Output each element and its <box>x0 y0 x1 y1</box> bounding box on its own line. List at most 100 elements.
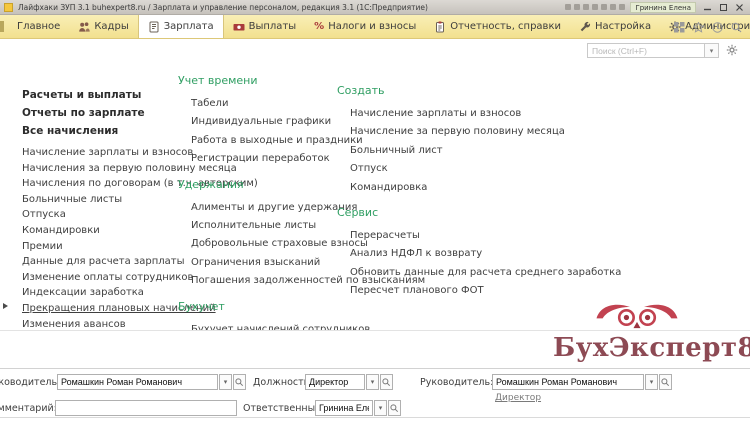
toolbar-icon[interactable] <box>619 4 626 10</box>
manager-open-button[interactable] <box>233 374 246 390</box>
nav-link[interactable]: Данные для расчета зарплаты <box>22 253 184 269</box>
tab-label: Зарплата <box>163 21 214 32</box>
manager2-open-button[interactable] <box>659 374 672 390</box>
tab-label: Отчетность, справки <box>450 21 561 32</box>
left-nav-links: Начисление зарплаты и взносов Начисления … <box>22 144 258 330</box>
position-dropdown-button[interactable]: ▾ <box>366 374 379 390</box>
nav-link[interactable]: Добровольные страховые взносы <box>178 233 368 251</box>
nav-link[interactable]: Табели <box>178 93 336 111</box>
nav-link[interactable]: Больничный лист <box>337 140 537 158</box>
grid-menu-icon[interactable] <box>674 18 685 37</box>
section-links: Табели Индивидуальные графики Работа в вых… <box>178 93 363 167</box>
nav-link[interactable]: Премии <box>22 238 182 254</box>
section-title: Сервис <box>337 206 379 220</box>
section-links: Перерасчеты Анализ НДФЛ к возврату Обновит… <box>337 225 621 299</box>
nav-link[interactable]: Работа в выходные и праздники <box>178 130 363 148</box>
search-dropdown-button[interactable]: ▾ <box>705 43 719 58</box>
tab-zarplata[interactable]: Зарплата <box>137 15 224 38</box>
favorites-star-icon[interactable] <box>692 18 705 37</box>
manager2-label: Руководитель: <box>420 377 494 388</box>
nav-link[interactable]: Пересчет планового ФОТ <box>337 280 537 298</box>
nav-link[interactable]: Начисления за первую половину месяца <box>22 160 237 176</box>
nav-link[interactable]: Отпуск <box>337 158 537 176</box>
manager-field[interactable] <box>57 374 218 390</box>
responsible-open-button[interactable] <box>388 400 401 416</box>
footer-form: Руководитель: ▾ Должность: ▾ Руководител… <box>0 368 750 421</box>
section-service: Сервис Перерасчеты Анализ НДФЛ к возврату… <box>337 206 621 299</box>
nav-link[interactable]: Начисление зарплаты и взносов <box>22 144 193 160</box>
minimize-button[interactable] <box>701 2 714 13</box>
nav-link[interactable]: Погашения задолженностей по взысканиям <box>178 270 425 288</box>
responsible-dropdown-button[interactable]: ▾ <box>374 400 387 416</box>
tab-nastroyka[interactable]: Настройка <box>570 15 660 38</box>
left-nav-column: Расчеты и выплаты Отчеты по зарплате Все н… <box>22 85 258 330</box>
nav-link[interactable]: Индексации заработка <box>22 284 182 300</box>
toolbar-icon[interactable] <box>565 4 572 10</box>
nav-link[interactable]: Начисление зарплаты и взносов <box>337 103 537 121</box>
close-button[interactable] <box>733 2 746 13</box>
maximize-button[interactable] <box>717 2 730 13</box>
responsible-field[interactable] <box>315 400 373 416</box>
titlebar: Лайфхаки ЗУП 3.1 buhexpert8.ru / Зарплат… <box>0 0 750 15</box>
nav-link[interactable]: Изменение оплаты сотрудников <box>22 269 193 285</box>
search-menu-icon[interactable] <box>731 18 742 37</box>
tab-vyplaty[interactable]: Выплаты <box>224 15 306 38</box>
nav-link[interactable]: Отчеты по зарплате <box>22 103 182 121</box>
nav-link[interactable]: Алименты и другие удержания <box>178 197 357 215</box>
middle-column: Учет времени Табели Индивидуальные график… <box>178 74 425 330</box>
tab-label: Кадры <box>94 21 129 32</box>
percent-icon: % <box>314 21 325 32</box>
section-links: Начисление зарплаты и взносов Начисление … <box>337 103 565 195</box>
manager2-dropdown-button[interactable]: ▾ <box>645 374 658 390</box>
section-accounting: Бухучет Бухучет начислений сотрудниковРа… <box>178 300 370 330</box>
clipped-menu-icon <box>0 21 4 32</box>
nav-link[interactable]: Индивидуальные графики <box>178 111 336 129</box>
nav-link[interactable]: Обновить данные для расчета среднего зар… <box>337 262 621 280</box>
nav-link[interactable]: Командировка <box>337 177 537 195</box>
tab-label: Налоги и взносы <box>328 21 417 32</box>
position-field[interactable] <box>305 374 365 390</box>
comment-label: Комментарий: <box>0 403 57 414</box>
titlebar-quick-icons[interactable] <box>565 4 626 10</box>
history-clock-icon[interactable] <box>712 18 723 37</box>
tab-nalogi[interactable]: % Налоги и взносы <box>305 15 425 38</box>
section-title: Учет времени <box>178 74 258 87</box>
manager2-position-link[interactable]: Директор <box>495 393 541 403</box>
nav-link[interactable]: Перерасчеты <box>337 225 537 243</box>
nav-link[interactable]: Анализ НДФЛ к возврату <box>337 243 537 261</box>
wrench-icon <box>579 21 591 33</box>
toolbar-icon[interactable] <box>610 4 617 10</box>
toolbar-icon[interactable] <box>574 4 581 10</box>
nav-link[interactable]: Регистрации переработок <box>178 148 336 166</box>
tab-label: Выплаты <box>248 21 297 32</box>
nav-link[interactable]: Исполнительные листы <box>178 215 336 233</box>
nav-link[interactable]: Начисление за первую половину месяца <box>337 121 565 139</box>
tab-label: Главное <box>17 21 61 32</box>
section-deductions: Удержания Алименты и другие удержания Исп… <box>178 178 425 289</box>
search-input[interactable] <box>587 43 705 58</box>
section-time: Учет времени Табели Индивидуальные график… <box>178 74 363 167</box>
comment-field[interactable] <box>55 400 237 416</box>
nav-link[interactable]: Бухучет начислений сотрудников <box>178 319 370 330</box>
nav-link[interactable]: Ограничения взысканий <box>178 252 336 270</box>
nav-link[interactable]: Больничные листы <box>22 191 182 207</box>
nav-link[interactable]: Начисления по договорам (в т.ч. авторски… <box>22 175 258 191</box>
nav-link[interactable]: Все начисления <box>22 121 182 139</box>
nav-link[interactable]: Прекращения плановых начислений <box>22 300 216 316</box>
nav-link[interactable]: Командировки <box>22 222 182 238</box>
nav-link[interactable]: Отпуска <box>22 206 182 222</box>
manager-dropdown-button[interactable]: ▾ <box>219 374 232 390</box>
window-title: Лайфхаки ЗУП 3.1 buhexpert8.ru / Зарплат… <box>18 2 428 12</box>
position-open-button[interactable] <box>380 374 393 390</box>
toolbar-icon[interactable] <box>592 4 599 10</box>
section-title: Создать <box>337 84 385 97</box>
right-column: Создать Начисление зарплаты и взносов Нач… <box>337 84 621 310</box>
tab-otchetnost[interactable]: Отчетность, справки <box>425 15 570 38</box>
tab-kadry[interactable]: Кадры <box>69 15 137 38</box>
toolbar-icon[interactable] <box>601 4 608 10</box>
toolbar-icon[interactable] <box>583 4 590 10</box>
nav-link[interactable]: Расчеты и выплаты <box>22 85 182 103</box>
manager2-field[interactable] <box>492 374 644 390</box>
nav-link[interactable]: Изменения авансов <box>22 316 182 330</box>
tab-glavnoe[interactable]: Главное <box>8 15 69 38</box>
